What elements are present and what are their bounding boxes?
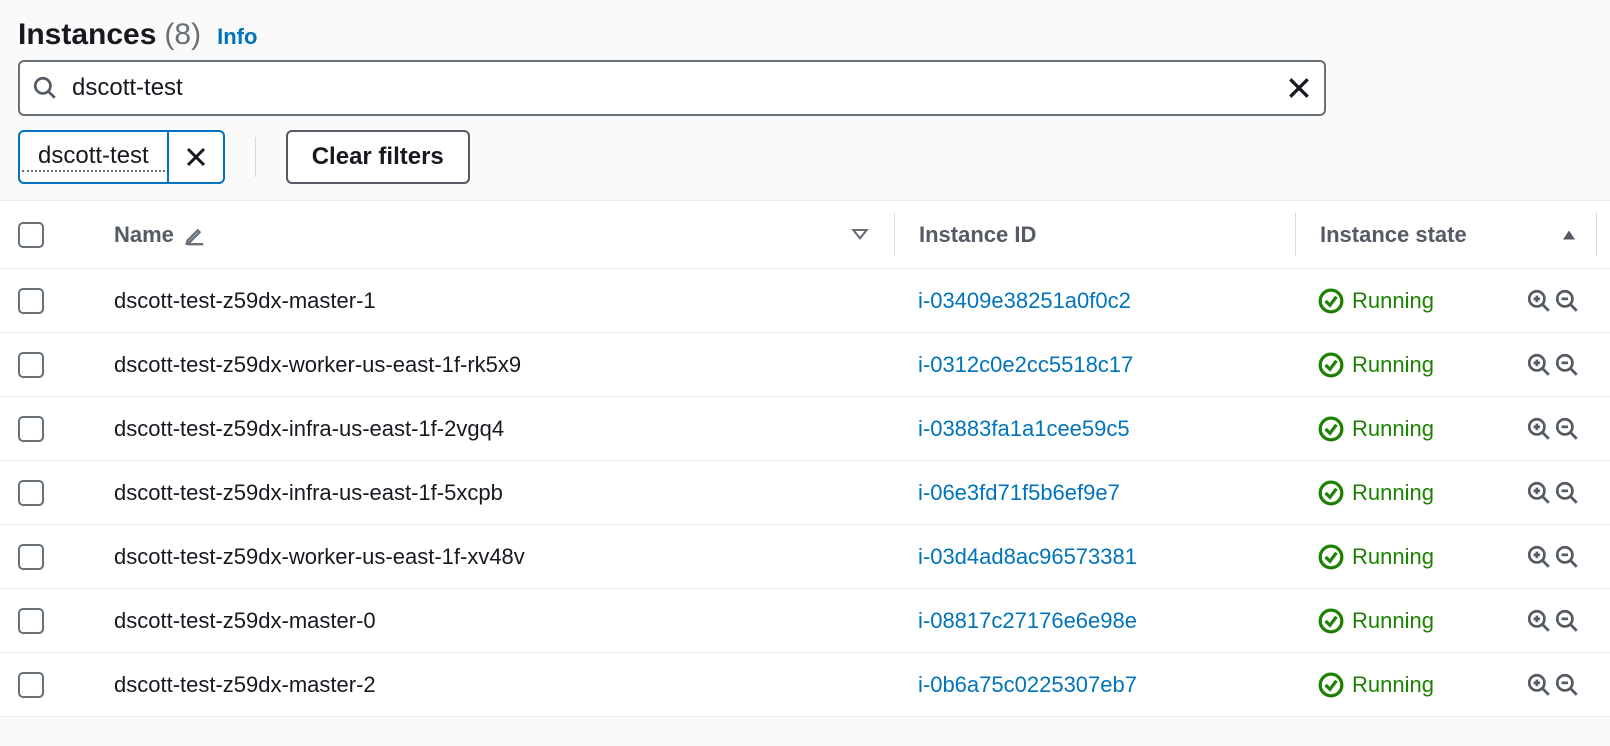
- table-row: dscott-test-z59dx-master-0 i-08817c27176…: [0, 589, 1610, 653]
- zoom-out-icon[interactable]: [1554, 416, 1580, 442]
- table-row: dscott-test-z59dx-worker-us-east-1f-xv48…: [0, 525, 1610, 589]
- filter-tag-label: dscott-test: [22, 142, 165, 173]
- table-row: dscott-test-z59dx-master-1 i-03409e38251…: [0, 269, 1610, 333]
- select-all-checkbox[interactable]: [18, 222, 44, 248]
- check-circle-icon: [1318, 480, 1344, 506]
- filter-dropdown-icon[interactable]: [850, 225, 870, 245]
- search-box[interactable]: [18, 60, 1326, 116]
- check-circle-icon: [1318, 352, 1344, 378]
- instances-table: Name Instance ID Instance state: [0, 200, 1610, 717]
- instance-state: Running: [1318, 672, 1434, 698]
- table-row: dscott-test-z59dx-infra-us-east-1f-5xcpb…: [0, 461, 1610, 525]
- zoom-in-icon[interactable]: [1526, 608, 1552, 634]
- page-header: Instances (8) Info: [0, 0, 1610, 58]
- zoom-in-icon[interactable]: [1526, 480, 1552, 506]
- instance-id-link[interactable]: i-0312c0e2cc5518c17: [918, 352, 1133, 378]
- state-label: Running: [1352, 672, 1434, 698]
- instance-name: dscott-test-z59dx-infra-us-east-1f-5xcpb: [114, 480, 503, 506]
- row-checkbox[interactable]: [18, 352, 44, 378]
- instance-name: dscott-test-z59dx-infra-us-east-1f-2vgq4: [114, 416, 504, 442]
- check-circle-icon: [1318, 608, 1344, 634]
- row-checkbox[interactable]: [18, 288, 44, 314]
- page-title: Instances: [18, 18, 156, 52]
- table-header: Name Instance ID Instance state: [0, 201, 1610, 269]
- instance-state: Running: [1318, 416, 1434, 442]
- close-icon[interactable]: [167, 132, 223, 182]
- row-checkbox[interactable]: [18, 608, 44, 634]
- search-input[interactable]: [72, 74, 1284, 102]
- clear-filters-button[interactable]: Clear filters: [286, 130, 470, 184]
- table-row: dscott-test-z59dx-worker-us-east-1f-rk5x…: [0, 333, 1610, 397]
- search-row: [0, 58, 1610, 130]
- zoom-in-icon[interactable]: [1526, 672, 1552, 698]
- instance-id-link[interactable]: i-03883fa1a1cee59c5: [918, 416, 1130, 442]
- row-checkbox[interactable]: [18, 672, 44, 698]
- instance-state: Running: [1318, 352, 1434, 378]
- instance-id-link[interactable]: i-08817c27176e6e98e: [918, 608, 1137, 634]
- zoom-out-icon[interactable]: [1554, 608, 1580, 634]
- zoom-out-icon[interactable]: [1554, 352, 1580, 378]
- check-circle-icon: [1318, 672, 1344, 698]
- edit-icon[interactable]: [184, 224, 206, 246]
- instance-id-link[interactable]: i-03409e38251a0f0c2: [918, 288, 1131, 314]
- column-header-instance-id[interactable]: Instance ID: [895, 222, 1295, 248]
- column-header-label: Name: [114, 222, 174, 248]
- instance-name: dscott-test-z59dx-master-0: [114, 608, 376, 634]
- info-link[interactable]: Info: [217, 24, 257, 50]
- table-body: dscott-test-z59dx-master-1 i-03409e38251…: [0, 269, 1610, 717]
- instance-state: Running: [1318, 608, 1434, 634]
- instance-name: dscott-test-z59dx-master-2: [114, 672, 376, 698]
- divider: [255, 137, 256, 177]
- zoom-in-icon[interactable]: [1526, 544, 1552, 570]
- instance-id-link[interactable]: i-0b6a75c0225307eb7: [918, 672, 1137, 698]
- zoom-out-icon[interactable]: [1554, 544, 1580, 570]
- table-row: dscott-test-z59dx-master-2 i-0b6a75c0225…: [0, 653, 1610, 717]
- zoom-in-icon[interactable]: [1526, 416, 1552, 442]
- zoom-out-icon[interactable]: [1554, 288, 1580, 314]
- instance-id-link[interactable]: i-03d4ad8ac96573381: [918, 544, 1137, 570]
- state-label: Running: [1352, 416, 1434, 442]
- instance-id-link[interactable]: i-06e3fd71f5b6ef9e7: [918, 480, 1120, 506]
- row-checkbox[interactable]: [18, 416, 44, 442]
- instance-state: Running: [1318, 480, 1434, 506]
- check-circle-icon: [1318, 544, 1344, 570]
- column-header-label: Instance ID: [919, 222, 1036, 248]
- sort-asc-icon[interactable]: [1560, 226, 1578, 244]
- table-row: dscott-test-z59dx-infra-us-east-1f-2vgq4…: [0, 397, 1610, 461]
- state-label: Running: [1352, 288, 1434, 314]
- instance-state: Running: [1318, 288, 1434, 314]
- instance-state: Running: [1318, 544, 1434, 570]
- state-label: Running: [1352, 608, 1434, 634]
- instance-name: dscott-test-z59dx-worker-us-east-1f-xv48…: [114, 544, 525, 570]
- filter-tag[interactable]: dscott-test: [18, 130, 225, 184]
- close-icon[interactable]: [1284, 73, 1314, 103]
- row-checkbox[interactable]: [18, 480, 44, 506]
- zoom-out-icon[interactable]: [1554, 672, 1580, 698]
- zoom-out-icon[interactable]: [1554, 480, 1580, 506]
- state-label: Running: [1352, 480, 1434, 506]
- state-label: Running: [1352, 352, 1434, 378]
- column-header-instance-state[interactable]: Instance state: [1296, 222, 1596, 248]
- row-checkbox[interactable]: [18, 544, 44, 570]
- zoom-in-icon[interactable]: [1526, 288, 1552, 314]
- zoom-in-icon[interactable]: [1526, 352, 1552, 378]
- instance-name: dscott-test-z59dx-master-1: [114, 288, 376, 314]
- state-label: Running: [1352, 544, 1434, 570]
- search-icon: [32, 75, 58, 101]
- instance-count: (8): [164, 18, 201, 52]
- check-circle-icon: [1318, 416, 1344, 442]
- instance-name: dscott-test-z59dx-worker-us-east-1f-rk5x…: [114, 352, 521, 378]
- column-header-label: Instance state: [1320, 222, 1467, 248]
- column-header-name[interactable]: Name: [84, 222, 894, 248]
- filters-row: dscott-test Clear filters: [0, 130, 1610, 200]
- check-circle-icon: [1318, 288, 1344, 314]
